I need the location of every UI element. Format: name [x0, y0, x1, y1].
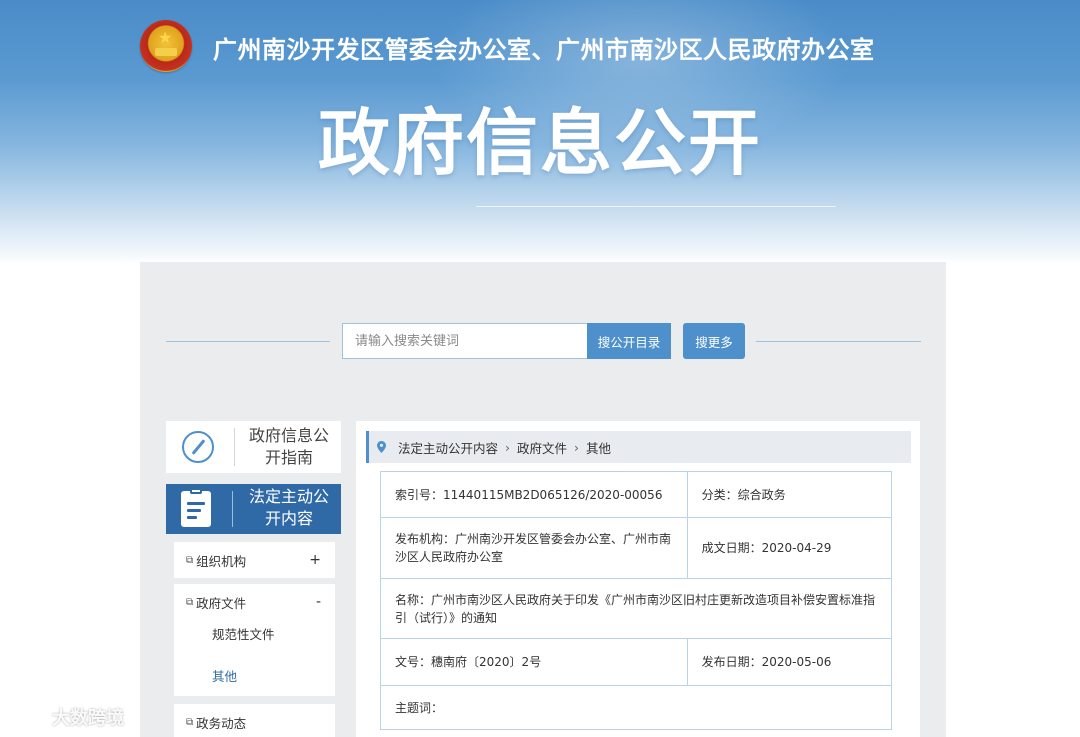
doc-no-cell: 文号：穗南府〔2020〕2号: [380, 638, 688, 686]
expand-icon[interactable]: +: [309, 552, 321, 568]
publish-label: 发布日期：: [701, 655, 762, 669]
publish-value: 2020-05-06: [761, 655, 832, 669]
watermark-logo-icon: [10, 706, 48, 728]
guide-separator: [234, 428, 235, 466]
watermark-text: 大数跨境: [52, 708, 124, 729]
watermark: 大数跨境: [10, 704, 124, 730]
search-catalog-button[interactable]: 搜公开目录: [587, 323, 671, 359]
copy-icon: ⧉: [186, 716, 194, 728]
sidebar-item-label: 组织机构: [196, 553, 247, 569]
table-row: 名称：广州市南沙区人民政府关于印发《广州市南沙区旧村庄更新改造项目补偿安置标准指…: [380, 578, 892, 639]
document-detail: 法定主动公开内容 › 政府文件 › 其他 索引号：11440115MB2D065…: [356, 421, 920, 737]
copy-icon: ⧉: [186, 596, 194, 608]
sidebar-menu: ⧉ 组织机构 + ⧉ 政府文件 - 规范性文件 其他 ⧉ 政务动态: [166, 534, 341, 737]
chevron-right-icon: ›: [505, 439, 511, 455]
sidebar-item-gov-docs[interactable]: ⧉ 政府文件 - 规范性文件 其他: [174, 584, 335, 696]
compass-icon: [182, 431, 214, 463]
name-value: 广州市南沙区人民政府关于印发《广州市南沙区旧村庄更新改造项目补偿安置标准指引（试…: [395, 592, 876, 625]
publisher-cell: 发布机构：广州南沙开发区管委会办公室、广州市南沙区人民政府办公室: [380, 517, 688, 579]
star-icon: ★: [158, 28, 173, 47]
search-divider-left: [166, 341, 330, 342]
gate-shape: [155, 48, 177, 56]
sidebar-section-active[interactable]: 法定主动公开内容: [166, 484, 341, 534]
sidebar-item-label: 政府文件: [196, 595, 247, 611]
national-emblem-icon: ★: [140, 20, 192, 72]
created-value: 2020-04-29: [761, 541, 832, 555]
index-label: 索引号：: [395, 487, 444, 502]
category-label: 分类：: [701, 487, 738, 502]
collapse-icon[interactable]: -: [316, 594, 321, 610]
index-cell: 索引号：11440115MB2D065126/2020-00056: [380, 471, 688, 518]
index-value: 11440115MB2D065126/2020-00056: [443, 487, 663, 502]
table-row: 文号：穗南府〔2020〕2号 发布日期：2020-05-06: [380, 638, 893, 686]
publisher-label: 发布机构：: [395, 532, 456, 546]
publish-date-cell: 发布日期：2020-05-06: [686, 638, 893, 686]
table-row: 主题词：: [380, 685, 892, 730]
document-icon: [181, 488, 211, 527]
subject-label: 主题词：: [395, 700, 444, 715]
title-divider: [476, 206, 836, 207]
sidebar-item-org[interactable]: ⧉ 组织机构 +: [174, 542, 335, 578]
created-date-cell: 成文日期：2020-04-29: [686, 517, 893, 579]
search-more-button[interactable]: 搜更多: [683, 323, 745, 359]
sidebar-subitem-normative[interactable]: 规范性文件: [174, 614, 335, 656]
header-banner: ★ 广州南沙开发区管委会办公室、广州市南沙区人民政府办公室 政府信息公开: [0, 0, 1080, 265]
breadcrumb-item[interactable]: 其他: [586, 438, 611, 457]
search-divider-right: [756, 341, 921, 342]
table-row: 发布机构：广州南沙开发区管委会办公室、广州市南沙区人民政府办公室 成文日期：20…: [380, 517, 893, 579]
active-separator: [232, 491, 233, 527]
sidebar-subitem-other[interactable]: 其他: [174, 656, 335, 698]
doc-no-label: 文号：: [395, 655, 432, 669]
document-meta-table: 索引号：11440115MB2D065126/2020-00056 分类：综合政…: [380, 471, 893, 730]
title-cell: 名称：广州市南沙区人民政府关于印发《广州市南沙区旧村庄更新改造项目补偿安置标准指…: [380, 578, 892, 639]
name-label: 名称：: [395, 592, 432, 607]
subject-cell: 主题词：: [380, 685, 892, 730]
category-value: 综合政务: [737, 487, 786, 502]
guide-label: 政府信息公开指南: [249, 426, 330, 467]
guide-link[interactable]: 政府信息公开指南: [166, 421, 341, 473]
breadcrumb-item[interactable]: 政府文件: [517, 438, 567, 457]
chevron-right-icon: ›: [574, 439, 580, 455]
active-section-label: 法定主动公开内容: [248, 487, 329, 528]
table-row: 索引号：11440115MB2D065126/2020-00056 分类：综合政…: [380, 471, 893, 518]
sidebar-item-label: 政务动态: [196, 715, 247, 731]
created-label: 成文日期：: [701, 541, 762, 555]
page-title: 政府信息公开: [318, 101, 763, 185]
doc-no-value: 穗南府〔2020〕2号: [431, 655, 542, 669]
location-pin-icon: [377, 441, 386, 453]
breadcrumb-item[interactable]: 法定主动公开内容: [398, 438, 498, 457]
category-cell: 分类：综合政务: [686, 471, 893, 518]
search-input[interactable]: [342, 323, 588, 359]
copy-icon: ⧉: [186, 554, 194, 566]
breadcrumb: 法定主动公开内容 › 政府文件 › 其他: [366, 431, 911, 463]
org-title: 广州南沙开发区管委会办公室、广州市南沙区人民政府办公室: [213, 36, 875, 64]
sidebar-item-news[interactable]: ⧉ 政务动态: [174, 704, 335, 737]
